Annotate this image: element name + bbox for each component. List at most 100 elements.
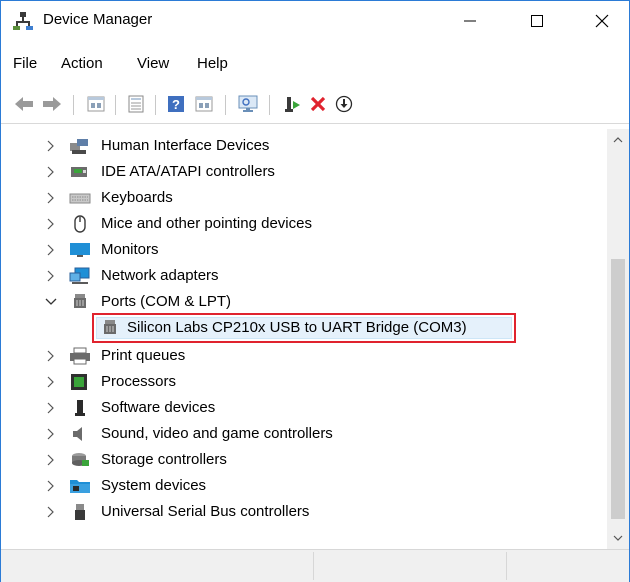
tree-item-label: IDE ATA/ATAPI controllers [101,163,275,180]
tree-item-label: Mice and other pointing devices [101,215,312,232]
port-icon [101,319,121,337]
tree-item-software-devices[interactable]: Software devices [7,395,605,421]
chevron-right-icon[interactable] [45,454,57,466]
network-icon [69,267,90,285]
port-icon [71,293,91,311]
tree-item-label: Print queues [101,347,186,364]
tree-item-network-adapters[interactable]: Network adapters [7,263,605,289]
status-bar [1,549,629,582]
chevron-right-icon[interactable] [45,244,57,256]
view-icon [195,96,213,112]
close-icon [595,14,609,28]
speaker-icon [71,425,91,443]
view-button[interactable] [193,93,215,115]
tree-item-label: Monitors [101,241,159,258]
chevron-right-icon[interactable] [45,402,57,414]
chevron-right-icon[interactable] [45,140,57,152]
back-arrow-icon [15,97,33,111]
tree-item-label: Processors [101,373,177,390]
toolbar-separator [115,95,116,115]
properties-button[interactable] [125,93,147,115]
help-button[interactable]: ? [165,93,187,115]
properties-icon [128,95,144,113]
scan-hardware-button[interactable] [237,93,259,115]
title-bar: Device Manager [1,1,629,41]
ide-icon [69,163,89,181]
software-device-icon [73,399,93,417]
tree-item-processors[interactable]: Processors [7,369,605,395]
tree-item-monitors[interactable]: Monitors [7,237,605,263]
storage-icon [69,451,89,469]
toolbar-separator [225,95,226,115]
usb-icon [73,503,93,521]
chevron-right-icon[interactable] [45,480,57,492]
monitor-icon [69,241,90,259]
toolbar-separator [73,95,74,115]
scroll-down-button[interactable] [607,527,629,549]
tree-item-label: Keyboards [101,189,173,206]
back-button[interactable] [13,93,35,115]
device-tree: Human Interface Devices IDE ATA/ATAPI co… [7,129,605,549]
status-cell [1,552,314,580]
minimize-icon [464,20,476,22]
window-title: Device Manager [43,11,153,28]
tree-item-ports[interactable]: Ports (COM & LPT) [7,289,605,315]
tree-item-mice[interactable]: Mice and other pointing devices [7,211,605,237]
tree-item-ide-controllers[interactable]: IDE ATA/ATAPI controllers [7,159,605,185]
vertical-scrollbar[interactable] [607,129,629,549]
scan-hardware-icon [238,95,258,112]
device-manager-app-icon [13,11,33,31]
keyboard-icon [69,189,91,207]
uninstall-device-button[interactable] [307,93,329,115]
tree-item-label: Ports (COM & LPT) [101,293,232,310]
chevron-right-icon[interactable] [45,218,57,230]
tree-item-human-interface-devices[interactable]: Human Interface Devices [7,133,605,159]
tree-item-silicon-labs-cp210x[interactable]: Silicon Labs CP210x USB to UART Bridge (… [7,313,605,343]
menu-view[interactable]: View [137,55,169,72]
system-folder-icon [69,477,90,495]
processor-icon [70,373,90,391]
scroll-thumb[interactable] [611,259,625,519]
tree-item-label: Human Interface Devices [101,137,270,154]
maximize-button[interactable] [514,1,560,41]
chevron-right-icon[interactable] [45,506,57,518]
chevron-right-icon[interactable] [45,192,57,204]
show-hidden-button[interactable] [85,93,107,115]
menu-file[interactable]: File [13,55,37,72]
tree-item-label: Universal Serial Bus controllers [101,503,310,520]
menu-help[interactable]: Help [197,55,228,72]
tree-item-system-devices[interactable]: System devices [7,473,605,499]
toolbar-separator [269,95,270,115]
uninstall-icon [310,96,326,112]
disable-device-icon [335,95,353,113]
chevron-right-icon[interactable] [45,270,57,282]
chevron-right-icon[interactable] [45,350,57,362]
menu-action[interactable]: Action [61,55,103,72]
close-button[interactable] [579,1,625,41]
maximize-icon [531,15,543,27]
mouse-icon [71,215,91,233]
tree-item-sound-video-game[interactable]: Sound, video and game controllers [7,421,605,447]
forward-button[interactable] [41,93,63,115]
toolbar: ? [1,87,629,124]
toolbar-separator [155,95,156,115]
disable-device-button[interactable] [333,93,355,115]
update-driver-icon [285,97,300,112]
update-driver-button[interactable] [281,93,303,115]
hid-icon [69,137,89,155]
printer-icon [69,347,90,365]
chevron-right-icon[interactable] [45,376,57,388]
chevron-down-icon[interactable] [45,296,57,308]
scroll-up-button[interactable] [607,129,629,151]
chevron-right-icon[interactable] [45,428,57,440]
tree-item-label: Silicon Labs CP210x USB to UART Bridge (… [127,319,467,336]
show-hidden-icon [87,96,105,112]
tree-item-label: Software devices [101,399,216,416]
minimize-button[interactable] [447,1,493,41]
tree-item-usb-controllers[interactable]: Universal Serial Bus controllers [7,499,605,525]
tree-item-keyboards[interactable]: Keyboards [7,185,605,211]
device-manager-window: Device Manager File Action View Help ? H… [0,0,630,582]
tree-item-storage-controllers[interactable]: Storage controllers [7,447,605,473]
tree-item-print-queues[interactable]: Print queues [7,343,605,369]
chevron-right-icon[interactable] [45,166,57,178]
